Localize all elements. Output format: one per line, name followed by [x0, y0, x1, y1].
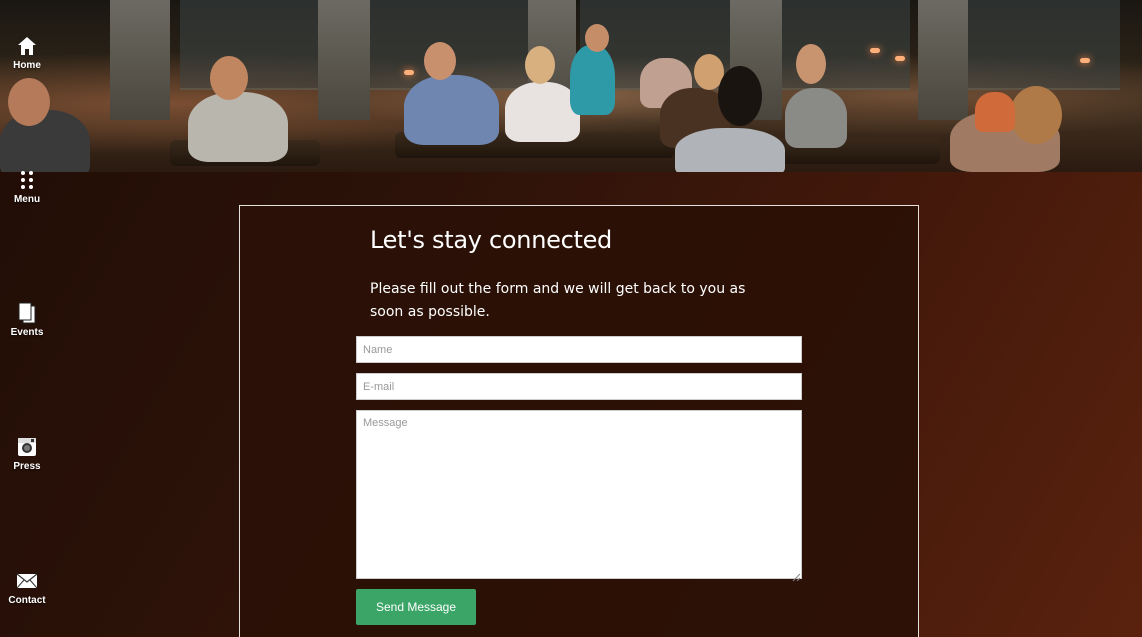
- form-subtitle: Please fill out the form and we will get…: [370, 281, 746, 320]
- documents-icon: [16, 302, 38, 324]
- message-textarea[interactable]: [356, 410, 802, 579]
- sidebar-nav: Home Menu Events Press Contact: [0, 0, 54, 637]
- resize-grip-icon[interactable]: [792, 569, 801, 582]
- nav-label-press: Press: [13, 461, 41, 472]
- hero-photo: [0, 0, 1142, 172]
- nav-item-press[interactable]: Press: [0, 436, 54, 472]
- nav-label-menu: Menu: [13, 194, 41, 205]
- nav-item-menu[interactable]: Menu: [0, 169, 54, 205]
- nav-label-home: Home: [13, 60, 41, 71]
- home-icon: [16, 35, 38, 57]
- nav-item-home[interactable]: Home: [0, 35, 54, 71]
- form-title: Let's stay connected: [370, 226, 612, 254]
- dots-icon: [16, 169, 38, 191]
- envelope-icon: [16, 570, 38, 592]
- nav-item-contact[interactable]: Contact: [0, 570, 54, 606]
- send-message-button[interactable]: Send Message: [356, 589, 476, 625]
- camera-icon: [16, 436, 38, 458]
- contact-form-panel: Let's stay connected Please fill out the…: [239, 205, 919, 637]
- name-input[interactable]: [356, 336, 802, 363]
- nav-label-contact: Contact: [8, 595, 46, 606]
- nav-label-events: Events: [10, 327, 44, 338]
- email-input[interactable]: [356, 373, 802, 400]
- nav-item-events[interactable]: Events: [0, 302, 54, 338]
